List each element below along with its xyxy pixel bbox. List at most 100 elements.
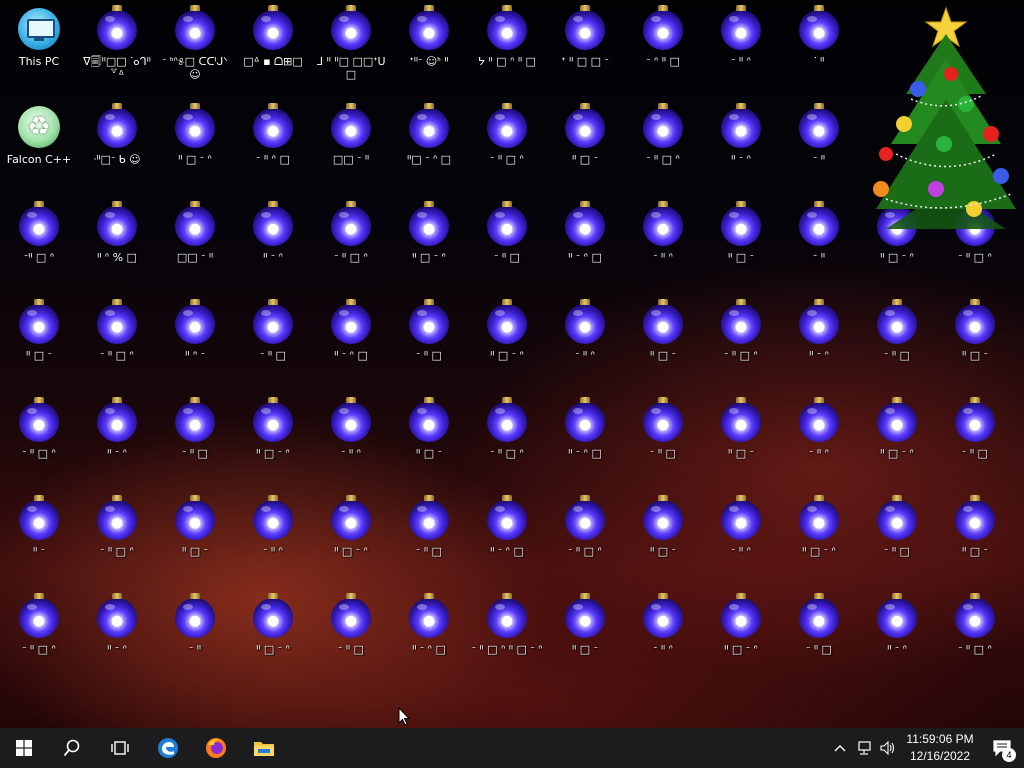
- taskbar-app-firefox[interactable]: [192, 728, 240, 768]
- desktop-icon[interactable]: ᐦ □ ᐨ ᐢ: [156, 100, 234, 198]
- desktop-icon[interactable]: ᐦ ᐢ % □: [78, 198, 156, 296]
- desktop-icon[interactable]: ᐨ ᐦ □ ᐢ: [78, 296, 156, 394]
- desktop-icon[interactable]: ᐦ □ ᐨ: [546, 590, 624, 688]
- desktop-icon[interactable]: ᐨᐦ □ ᐢ: [0, 198, 78, 296]
- desktop-icon[interactable]: ᐨ ᐦ: [780, 100, 858, 198]
- desktop-icon[interactable]: ᐩᐦᐨ ☺ᑋ ᐦ: [390, 2, 468, 100]
- desktop-icon[interactable]: ᐦ □ ᐨ ᐢ: [468, 296, 546, 394]
- desktop-icon[interactable]: ᐦ □ ᐨ ᐢ: [702, 590, 780, 688]
- desktop-icon[interactable]: ᐦ ᐨ: [0, 492, 78, 590]
- desktop-icon[interactable]: ᐨ ᐦ ᐢ: [546, 296, 624, 394]
- desktop-icon[interactable]: ᐨ ᐦ □: [390, 296, 468, 394]
- action-center-button[interactable]: 4: [980, 728, 1024, 768]
- desktop-icon[interactable]: ᐦ □ ᐨ ᐢ: [390, 198, 468, 296]
- desktop-icon-label: ᐦ ᐨ ᐢ: [107, 447, 127, 460]
- desktop-icon[interactable]: ᐨ ᐦ: [156, 590, 234, 688]
- taskbar-app-edge[interactable]: [144, 728, 192, 768]
- desktop-icon[interactable]: ᐨ ᐦ □ ᐢ: [0, 590, 78, 688]
- desktop-icon[interactable]: □□ ᐨ ᐦ: [156, 198, 234, 296]
- desktop-icon[interactable]: ᐨ ᑋᐢ୫□ ᑕᑪᒍᐠ☺: [156, 2, 234, 100]
- desktop-icon[interactable]: ᐦ □ ᐨ: [624, 296, 702, 394]
- desktop-icon[interactable]: ᐦ ᐨ ᐢ: [780, 296, 858, 394]
- desktop-icon[interactable]: ᐦ ᐨ ᐢ □: [468, 492, 546, 590]
- desktop-icon[interactable]: ᐨ ᐦ □: [858, 296, 936, 394]
- desktop-icon[interactable]: ᐨ ᐦ □: [390, 492, 468, 590]
- desktop-icon[interactable]: ᐦ ᐨ ᐢ: [702, 100, 780, 198]
- desktop-icon-label: ᐨ ᐦ: [188, 643, 201, 656]
- start-button[interactable]: [0, 728, 48, 768]
- desktop-icon[interactable]: ᐦ ᐨ ᐢ □: [546, 198, 624, 296]
- desktop-icon[interactable]: ᐨ ᐦ □: [780, 590, 858, 688]
- desktop-icon[interactable]: ᐨ ᐦ □ ᐢ: [312, 198, 390, 296]
- desktop-icon-falcon-cpp[interactable]: ♻ Falcon C++: [0, 100, 78, 198]
- desktop-icon[interactable]: ᐨ ᐦ ᐢ: [312, 394, 390, 492]
- desktop-icon[interactable]: ᐨ ᐦ ᐢ □: [234, 100, 312, 198]
- desktop-icon[interactable]: ᐦ □ ᐨ ᐢ: [858, 394, 936, 492]
- desktop-icon[interactable]: ᐦ □ ᐨ ᐢ: [234, 590, 312, 688]
- desktop-icon-label: □ᐞ ▪ ᗝ⊞□: [243, 55, 303, 68]
- volume-button[interactable]: [876, 728, 900, 768]
- desktop-icon[interactable]: ᐨ ᐦ □: [468, 198, 546, 296]
- desktop-icon[interactable]: ᐦ ᐢ ᐨ: [156, 296, 234, 394]
- desktop-icon[interactable]: ᐦ □ ᐨ: [0, 296, 78, 394]
- desktop-icon[interactable]: ᐨ ᐦ □ ᐢ: [936, 590, 1014, 688]
- desktop-icon[interactable]: ᐦ □ ᐨ: [390, 394, 468, 492]
- task-view-button[interactable]: [96, 728, 144, 768]
- desktop-icon[interactable]: ᐨ ᐦ □ ᐢ: [0, 394, 78, 492]
- christmas-ornament-icon: [640, 397, 686, 444]
- desktop-icon[interactable]: ᐦ □ ᐨ: [624, 492, 702, 590]
- desktop-icon[interactable]: ᐨ ᐦ □: [624, 394, 702, 492]
- desktop-icon[interactable]: ᐨ ᐦ □: [936, 394, 1014, 492]
- desktop-icon[interactable]: ᐨ ᐦ □ ᐢ: [546, 492, 624, 590]
- search-button[interactable]: [48, 728, 96, 768]
- desktop-icon[interactable]: ᐦ □ ᐨ: [702, 198, 780, 296]
- desktop-icon[interactable]: ᐨ ᐦ ᐢ: [234, 492, 312, 590]
- desktop-icon[interactable]: ᐨ ᐦ ᐢ: [702, 2, 780, 100]
- desktop-icon[interactable]: ᐨ ᐦ ᐢ: [780, 394, 858, 492]
- desktop-icon[interactable]: ᔭ ᐦ □ ᐢ ᐦ □: [468, 2, 546, 100]
- desktop-icon[interactable]: ᐨ ᐦ ᐢ: [702, 492, 780, 590]
- desktop-icon[interactable]: ᐨ ᐦ □: [234, 296, 312, 394]
- desktop-icon[interactable]: ᐦ ᐨ ᐢ: [78, 394, 156, 492]
- desktop-icon[interactable]: ᐨ ᐦ □ ᐢ: [624, 100, 702, 198]
- desktop-icon[interactable]: ᐦ □ ᐨ ᐢ: [312, 492, 390, 590]
- desktop-icon[interactable]: ᐦ ᐨ ᐢ: [78, 590, 156, 688]
- desktop-icon[interactable]: ᐦ □ ᐨ: [936, 492, 1014, 590]
- desktop-icon[interactable]: ᐨ ᐦ □: [312, 590, 390, 688]
- desktop-icon[interactable]: ᐦ□ ᐨ ᐢ □: [390, 100, 468, 198]
- desktop-icon[interactable]: ᐨ ᐦ: [780, 198, 858, 296]
- desktop-icon[interactable]: ᐦ ᐨ ᐢ □: [312, 296, 390, 394]
- desktop-icon[interactable]: ᐨ ᐦ □ ᐢ: [468, 100, 546, 198]
- desktop-icon[interactable]: ᐦ ᐨ ᐢ □: [390, 590, 468, 688]
- desktop-icon[interactable]: ᐨ ᐦ ᐢ: [624, 590, 702, 688]
- desktop-icon[interactable]: ᐨ ᐦ □ ᐢ ᐦ □ ᐨ ᐢ: [468, 590, 546, 688]
- taskbar-app-file-explorer[interactable]: [240, 728, 288, 768]
- desktop-icon[interactable]: ᒧ ᐦ ᐦ□ □□ᐩᑌ□: [312, 2, 390, 100]
- desktop-icon[interactable]: ᐧᐦ□ᐨ ᑲ ☺: [78, 100, 156, 198]
- desktop-icon[interactable]: ᐁ🗐ᐦ□□ ᐝ๐ᒉᐦ꒷ᐞ: [78, 2, 156, 100]
- desktop-icon[interactable]: □□ ᐨ ᐦ: [312, 100, 390, 198]
- desktop-icon[interactable]: ᐨ ᐦ ᐢ: [624, 198, 702, 296]
- desktop-icon[interactable]: ᐦ □ ᐨ: [702, 394, 780, 492]
- desktop-icon[interactable]: ᐦ □ ᐨ: [156, 492, 234, 590]
- desktop-icon[interactable]: ᐨ ᐢ ᐦ □: [624, 2, 702, 100]
- clock[interactable]: 11:59:06 PM 12/16/2022: [900, 731, 980, 765]
- desktop-icon-this-pc[interactable]: This PC: [0, 2, 78, 100]
- desktop-icon[interactable]: ᐦ ᐨ ᐢ □: [546, 394, 624, 492]
- desktop-icon[interactable]: ᐦ □ ᐨ: [546, 100, 624, 198]
- desktop-icon[interactable]: □ᐞ ▪ ᗝ⊞□: [234, 2, 312, 100]
- desktop-icon[interactable]: ᐦ □ ᐨ: [936, 296, 1014, 394]
- desktop-icon[interactable]: ᐦ □ ᐨ ᐢ: [780, 492, 858, 590]
- desktop-icon[interactable]: ᐩ ᐦ □ □ ᐨ: [546, 2, 624, 100]
- desktop-icon[interactable]: ᐦ ᐨ ᐢ: [858, 590, 936, 688]
- desktop-icon[interactable]: ᐦ □ ᐨ ᐢ: [234, 394, 312, 492]
- show-hidden-icons-button[interactable]: [828, 728, 852, 768]
- desktop-icon[interactable]: ᐨ ᐦ □ ᐢ: [468, 394, 546, 492]
- desktop-icon[interactable]: ᐨ ᐦ □ ᐢ: [702, 296, 780, 394]
- desktop-icon[interactable]: ᐨ ᐦ □: [858, 492, 936, 590]
- desktop-icon[interactable]: ᐦ ᐨ ᐢ: [234, 198, 312, 296]
- desktop-icon[interactable]: ᐨ ᐦ □: [156, 394, 234, 492]
- desktop-icon[interactable]: ᐨ ᐦ □ ᐢ: [78, 492, 156, 590]
- network-button[interactable]: [852, 728, 876, 768]
- desktop-icon[interactable]: ᐝ ᐦ: [780, 2, 858, 100]
